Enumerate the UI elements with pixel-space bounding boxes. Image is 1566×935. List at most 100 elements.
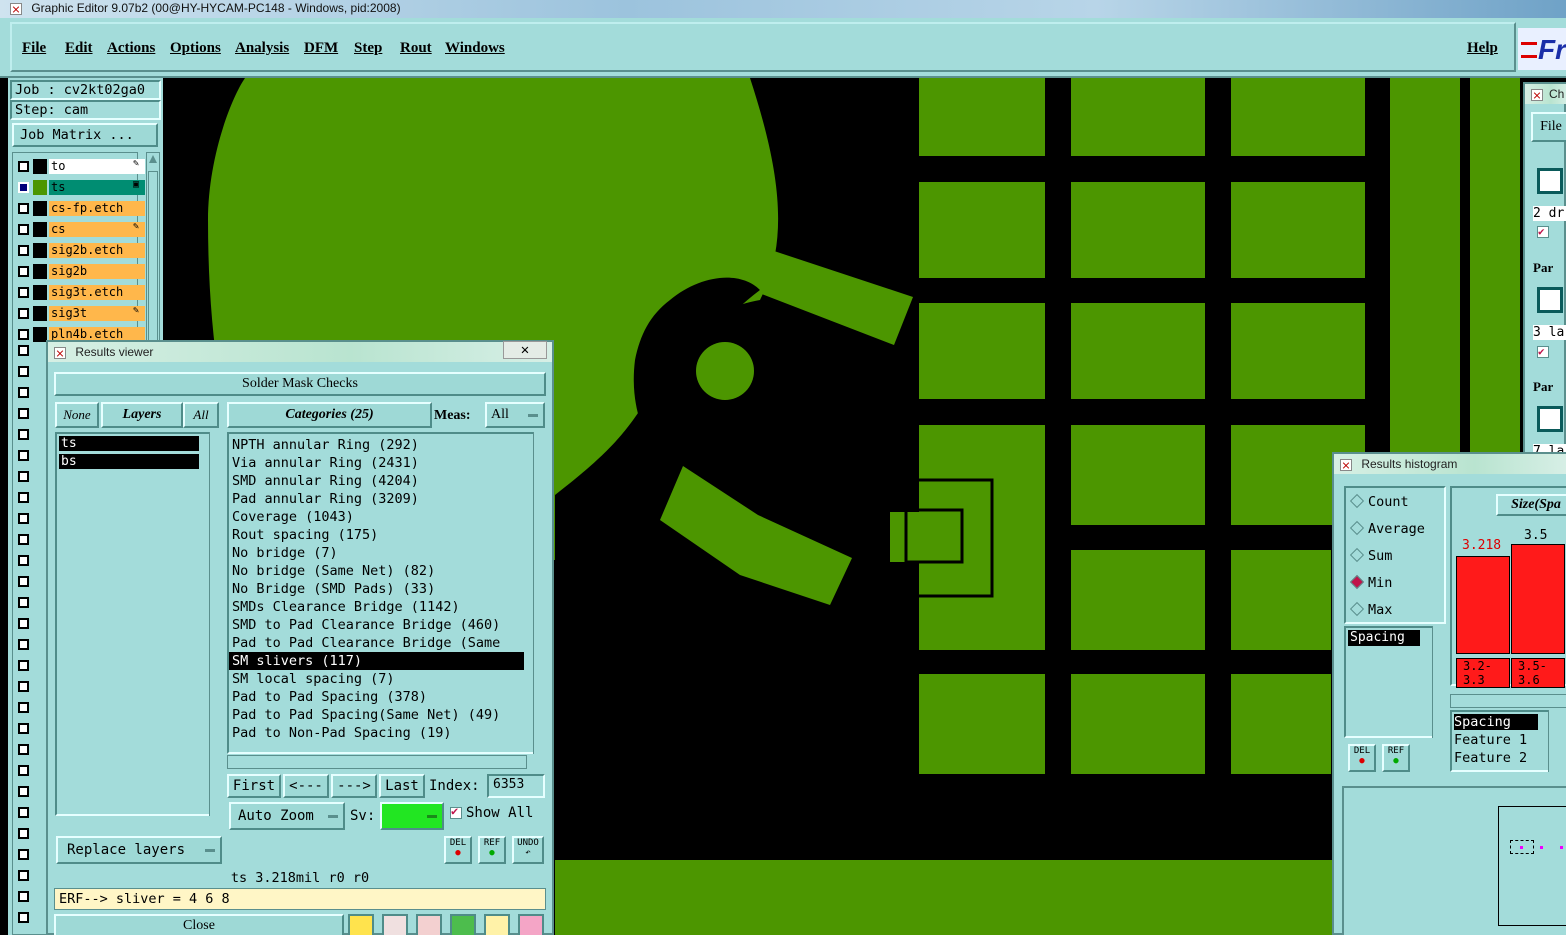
category-item[interactable]: Pad to Non-Pad Spacing (19) <box>229 724 545 742</box>
menu-file[interactable]: File <box>22 40 46 57</box>
category-item[interactable]: SM local spacing (7) <box>229 670 545 688</box>
layer-checkbox[interactable] <box>18 870 29 881</box>
layer-name[interactable]: cs-fp.etch <box>49 201 145 216</box>
layer-checkbox[interactable] <box>18 891 29 902</box>
menu-rout[interactable]: Rout <box>400 40 432 57</box>
chart-hscrollbar[interactable] <box>1450 694 1566 708</box>
layer-row[interactable]: ts ▣ <box>13 179 145 196</box>
layer-checkbox[interactable] <box>18 786 29 797</box>
layer-name[interactable]: sig3t <box>49 306 145 321</box>
menu-edit[interactable]: Edit <box>65 40 93 57</box>
layer-row[interactable]: to ✎ <box>13 158 145 175</box>
layer-display-toggle[interactable] <box>33 264 47 279</box>
layer-checkbox[interactable] <box>18 849 29 860</box>
report-tool-icon[interactable] <box>484 914 510 935</box>
category-item[interactable]: No bridge (7) <box>229 544 545 562</box>
layer-checkbox[interactable] <box>18 639 29 650</box>
histogram-list-item[interactable]: Spacing <box>1454 714 1538 730</box>
sv-color-dropdown[interactable] <box>380 802 444 830</box>
layer-display-toggle[interactable] <box>33 243 47 258</box>
index-input[interactable]: 6353 <box>487 774 545 798</box>
layer-display-toggle[interactable] <box>33 306 47 321</box>
layer-checkbox[interactable] <box>18 408 29 419</box>
checklist-file-menu[interactable]: File <box>1531 112 1566 142</box>
layer-name[interactable]: ts <box>49 180 145 195</box>
layer-affected-checkbox[interactable] <box>18 161 29 172</box>
layer-row[interactable]: sig2b.etch <box>13 242 145 259</box>
checklist-row[interactable]: 3 la <box>1533 325 1566 340</box>
category-item[interactable]: Pad to Pad Spacing (378) <box>229 688 545 706</box>
show-all-checkbox[interactable]: ✔ <box>450 804 462 819</box>
layer-checkbox[interactable] <box>18 555 29 566</box>
layer-display-toggle[interactable] <box>33 327 47 342</box>
layer-checkbox[interactable] <box>18 807 29 818</box>
category-item[interactable]: Via annular Ring (2431) <box>229 454 545 472</box>
layer-checkbox[interactable] <box>18 723 29 734</box>
layer-row[interactable]: sig3t.etch <box>13 284 145 301</box>
hist-ref-button[interactable]: REF ● <box>1382 744 1410 772</box>
menu-actions[interactable]: Actions <box>107 40 155 57</box>
layer-checkbox[interactable] <box>18 366 29 377</box>
category-item[interactable]: No Bridge (SMD Pads) (33) <box>229 580 545 598</box>
none-button[interactable]: None <box>55 402 99 428</box>
category-item[interactable]: Rout spacing (175) <box>229 526 545 544</box>
category-item[interactable]: SMDs Clearance Bridge (1142) <box>229 598 545 616</box>
layer-affected-checkbox[interactable] <box>18 308 29 319</box>
layer-checkbox[interactable] <box>18 744 29 755</box>
layer-display-toggle[interactable] <box>33 222 47 237</box>
measure-list-scrollbar[interactable] <box>1432 626 1446 738</box>
histogram-list-item[interactable]: Feature 2 <box>1454 750 1538 766</box>
category-item[interactable]: SMD annular Ring (4204) <box>229 472 545 490</box>
close-window-button[interactable]: ✕ <box>503 341 547 359</box>
info-tool-icon[interactable] <box>348 914 374 935</box>
layer-filter-item[interactable]: bs <box>59 454 199 469</box>
layer-checkbox[interactable] <box>18 702 29 713</box>
layer-name[interactable]: sig3t.etch <box>49 285 145 300</box>
layer-filter-scrollbar[interactable] <box>209 432 223 816</box>
layer-display-toggle[interactable] <box>33 180 47 195</box>
histogram-titlebar[interactable]: Results histogram <box>1334 454 1566 474</box>
del-button[interactable]: DEL ● <box>444 836 472 864</box>
layer-display-toggle[interactable] <box>33 159 47 174</box>
layer-affected-checkbox[interactable] <box>18 266 29 277</box>
categories-list[interactable]: NPTH annular Ring (292) Via annular Ring … <box>227 432 547 754</box>
layer-name[interactable]: sig2b <box>49 264 145 279</box>
layer-affected-checkbox[interactable] <box>18 245 29 256</box>
layer-checkbox[interactable] <box>18 576 29 587</box>
job-matrix-button[interactable]: Job Matrix ... <box>12 123 158 147</box>
run-check-icon[interactable] <box>1537 406 1563 432</box>
layer-row[interactable]: cs-fp.etch <box>13 200 145 217</box>
layer-filter-list[interactable]: ts bs <box>55 432 223 816</box>
layer-checkbox[interactable] <box>18 429 29 440</box>
category-item[interactable]: SMD to Pad Clearance Bridge (460) <box>229 616 545 634</box>
measure-list-item[interactable]: Spacing <box>1348 630 1420 646</box>
layer-affected-checkbox[interactable] <box>18 203 29 214</box>
layer-checkbox[interactable] <box>18 912 29 923</box>
layer-name[interactable]: to <box>49 159 145 174</box>
menu-analysis[interactable]: Analysis <box>235 40 289 57</box>
layer-checkbox[interactable] <box>18 534 29 545</box>
prev-button[interactable]: <--- <box>283 774 329 798</box>
layer-filter-item[interactable]: ts <box>59 436 199 451</box>
checklist-titlebar[interactable]: Ch <box>1525 84 1566 104</box>
last-button[interactable]: Last <box>379 774 425 798</box>
category-item[interactable]: Pad to Pad Spacing(Same Net) (49) <box>229 706 545 724</box>
undo-button[interactable]: UNDO ↶ <box>512 836 544 864</box>
run-check-icon[interactable] <box>1537 168 1563 194</box>
meas-dropdown[interactable]: All <box>485 402 545 428</box>
layer-checkbox[interactable] <box>18 513 29 524</box>
next-button[interactable]: ---> <box>331 774 377 798</box>
replace-layers-dropdown[interactable]: Replace layers <box>56 836 222 864</box>
layer-row[interactable]: sig2b <box>13 263 145 280</box>
layer-checkbox[interactable] <box>18 681 29 692</box>
help-menu[interactable]: Help <box>1467 40 1498 57</box>
layer-affected-checkbox[interactable] <box>18 182 29 193</box>
layer-display-toggle[interactable] <box>33 285 47 300</box>
menu-windows[interactable]: Windows <box>445 40 505 57</box>
category-item[interactable]: NPTH annular Ring (292) <box>229 436 545 454</box>
checklist-param-label[interactable]: Par <box>1533 260 1553 276</box>
categories-hscrollbar[interactable] <box>227 755 527 769</box>
measure-tool-icon[interactable] <box>450 914 476 935</box>
layer-display-toggle[interactable] <box>33 201 47 216</box>
category-item[interactable]: SM slivers (117) <box>229 652 524 670</box>
